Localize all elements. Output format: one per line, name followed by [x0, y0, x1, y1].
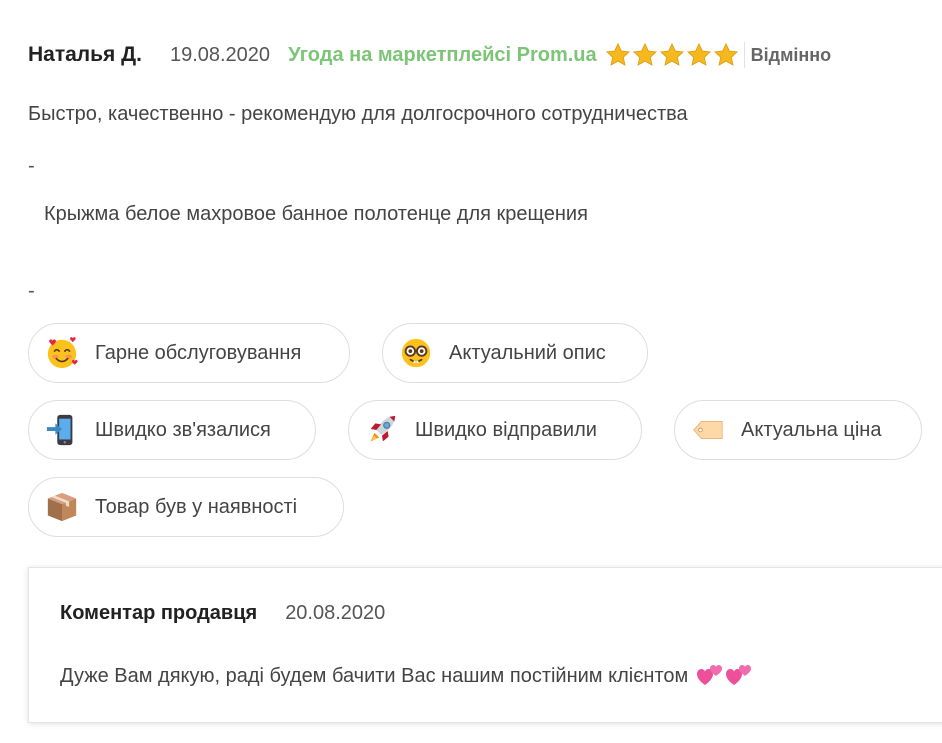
seller-reply-text: Дуже Вам дякую, раді будем бачити Вас на…	[60, 664, 689, 687]
tag-label: Швидко зв'язалися	[95, 418, 271, 441]
tag-label: Швидко відправили	[415, 418, 597, 441]
seller-reply-date: 20.08.2020	[285, 602, 386, 624]
star-icon	[713, 42, 739, 68]
rating-stars	[605, 42, 745, 68]
tag-label: Актуальний опис	[449, 341, 606, 364]
tag-quick-contact: Швидко зв'язалися	[28, 400, 316, 460]
tag-label: Актуальна ціна	[741, 418, 882, 441]
tag-actual-description: Актуальний опис	[382, 323, 648, 383]
seller-reply-header: Коментар продавця 20.08.2020	[60, 602, 385, 625]
rating-label: Відмінно	[750, 44, 832, 65]
two-hearts-icon	[696, 663, 754, 689]
star-icon	[632, 42, 658, 68]
tag-label: Гарне обслуговування	[95, 341, 302, 364]
tag-label: Товар був у наявності	[95, 495, 298, 518]
price-tag-icon	[691, 413, 725, 447]
smiling-face-with-hearts-icon	[45, 336, 79, 370]
star-icon	[659, 42, 685, 68]
review-author: Наталья Д.	[28, 43, 142, 66]
review-text: Быстро, качественно - рекомендую для дол…	[28, 103, 688, 125]
nerd-face-icon	[399, 336, 433, 370]
tag-in-stock: Товар був у наявності	[28, 477, 344, 537]
star-icon	[686, 42, 712, 68]
tag-good-service: Гарне обслуговування	[28, 323, 350, 383]
star-icon	[605, 42, 631, 68]
deal-badge[interactable]: Угода на маркетплейсі Prom.ua	[288, 44, 597, 67]
mobile-phone-arrow-icon	[45, 413, 79, 447]
separator-dash: -	[28, 155, 35, 177]
seller-reply-title: Коментар продавця	[60, 602, 258, 624]
seller-reply-card: Коментар продавця 20.08.2020 Дуже Вам дя…	[28, 567, 942, 723]
separator-dash: -	[28, 280, 35, 302]
review-date: 19.08.2020	[169, 43, 271, 66]
tag-quick-shipping: Швидко відправили	[348, 400, 642, 460]
tag-actual-price: Актуальна ціна	[674, 400, 922, 460]
rocket-icon	[365, 413, 399, 447]
seller-reply-body: Дуже Вам дякую, раді будем бачити Вас на…	[60, 663, 754, 689]
product-name[interactable]: Крыжма белое махровое банное полотенце д…	[44, 203, 588, 226]
review-header: Наталья Д. 19.08.2020 Угода на маркетпле…	[28, 40, 831, 70]
package-icon	[45, 490, 79, 524]
